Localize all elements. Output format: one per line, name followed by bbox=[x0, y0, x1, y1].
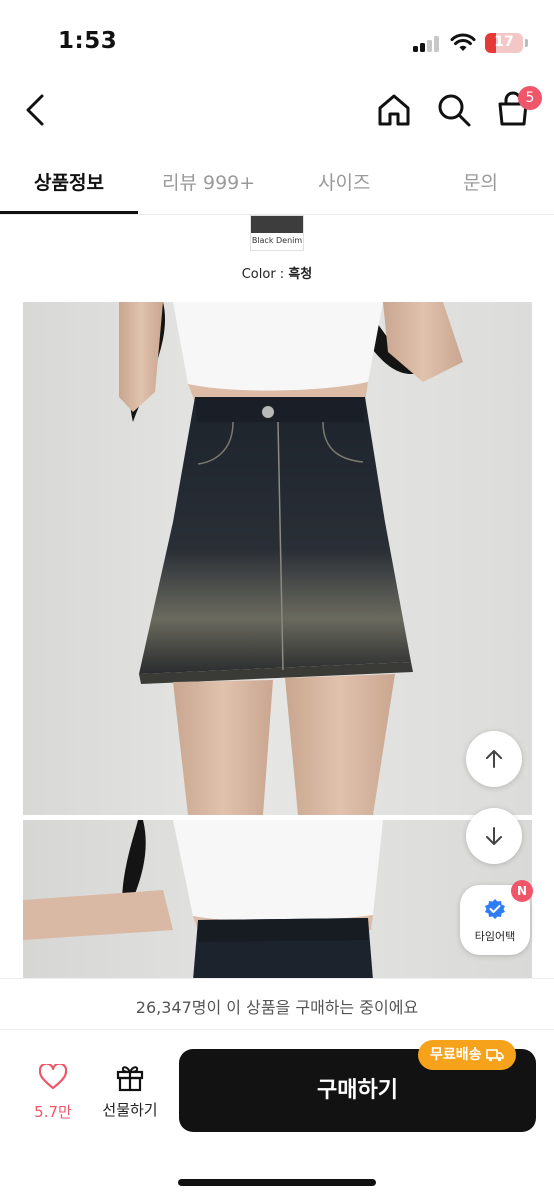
arrow-up-icon bbox=[486, 750, 502, 768]
tab-reviews[interactable]: 리뷰 999+ bbox=[162, 168, 255, 195]
swatch-color-block bbox=[251, 216, 303, 233]
gift-label: 선물하기 bbox=[102, 1101, 158, 1119]
time-attack-label: 타임어택 bbox=[474, 930, 516, 943]
skirt-photo-illustration-2 bbox=[23, 820, 383, 980]
new-badge: N bbox=[511, 880, 533, 902]
arrow-down-icon bbox=[486, 827, 502, 845]
truck-icon bbox=[485, 1049, 504, 1062]
signal-icon bbox=[413, 36, 441, 52]
battery-level: 17 bbox=[494, 34, 514, 50]
product-photo-2 bbox=[23, 820, 532, 980]
verified-badge-icon bbox=[485, 899, 505, 919]
color-value: 흑청 bbox=[288, 267, 313, 282]
color-caption: Color : 흑청 bbox=[0, 263, 554, 282]
like-count: 5.7만 bbox=[34, 1103, 72, 1121]
product-photo-1 bbox=[23, 302, 532, 815]
cart-count-badge: 5 bbox=[518, 86, 542, 110]
color-prefix: Color : bbox=[241, 267, 289, 282]
like-button[interactable]: 5.7만 bbox=[22, 1062, 84, 1124]
battery-icon: 17 bbox=[485, 33, 523, 53]
gift-icon bbox=[116, 1066, 144, 1092]
gift-button[interactable]: 선물하기 bbox=[94, 1062, 166, 1124]
status-time: 1:53 bbox=[58, 28, 118, 54]
skirt-photo-illustration bbox=[119, 302, 463, 815]
free-shipping-label: 무료배송 bbox=[430, 1047, 482, 1063]
tab-size[interactable]: 사이즈 bbox=[318, 168, 370, 195]
home-icon[interactable] bbox=[374, 90, 414, 130]
scroll-up-button[interactable] bbox=[466, 731, 522, 787]
purchase-note: 26,347명이 이 상품을 구매하는 중이에요 bbox=[135, 998, 419, 1017]
color-swatch: Black Denim bbox=[250, 215, 304, 251]
swatch-label: Black Denim bbox=[251, 236, 303, 245]
battery-cap bbox=[525, 39, 528, 47]
back-icon[interactable] bbox=[20, 90, 52, 130]
tab-inquiry[interactable]: 문의 bbox=[463, 168, 498, 195]
home-indicator bbox=[178, 1179, 376, 1186]
scroll-down-button[interactable] bbox=[466, 808, 522, 864]
wifi-icon bbox=[450, 33, 476, 51]
heart-icon bbox=[39, 1064, 67, 1090]
search-icon[interactable] bbox=[434, 90, 474, 130]
free-shipping-badge: 무료배송 bbox=[418, 1040, 516, 1070]
tab-product-info[interactable]: 상품정보 bbox=[34, 168, 104, 195]
